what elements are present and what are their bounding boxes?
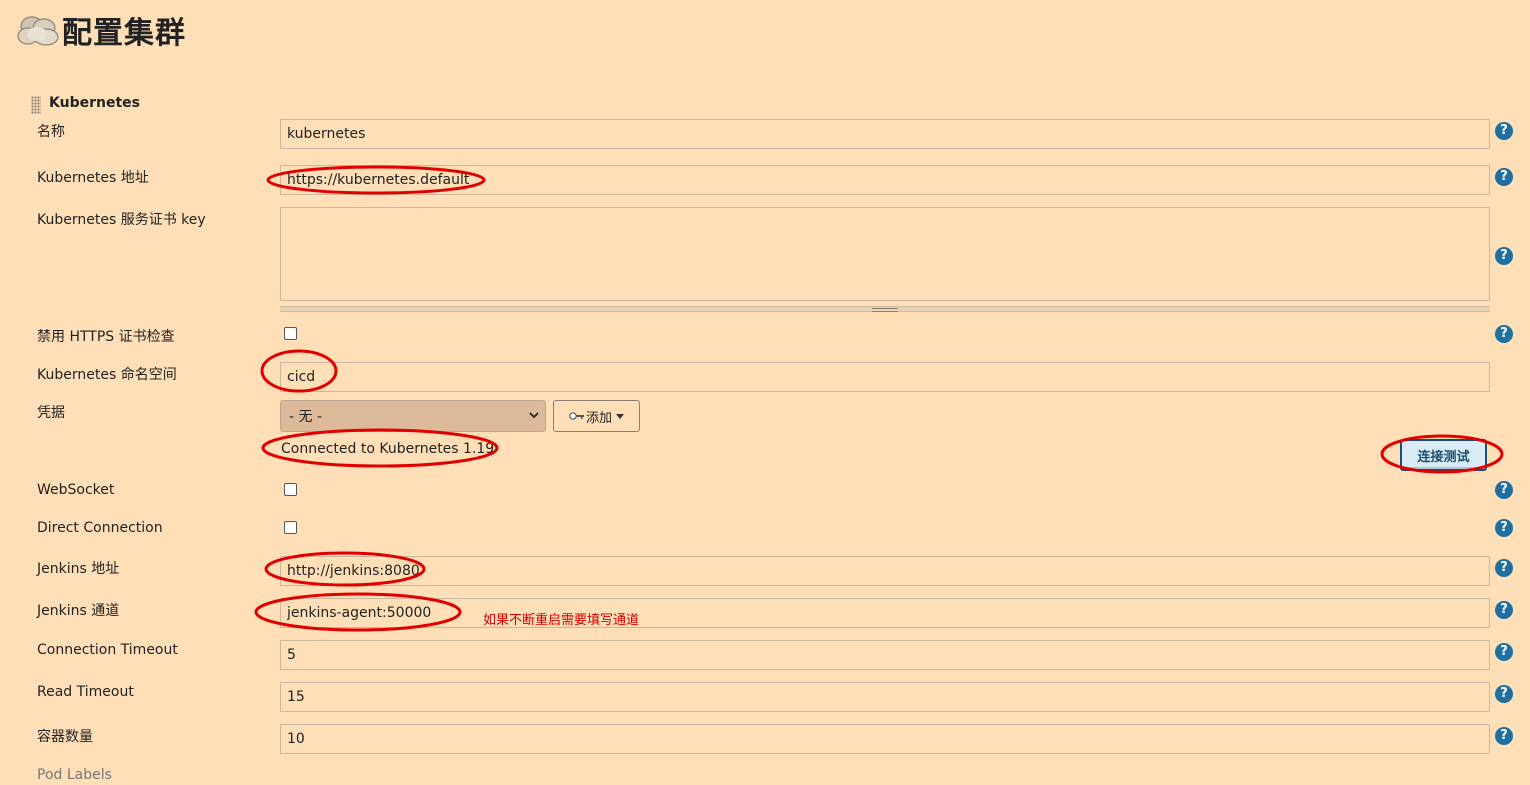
jenkins-tunnel-label: Jenkins 通道: [37, 603, 120, 619]
direct-connection-checkbox[interactable]: [284, 521, 297, 534]
help-icon[interactable]: ?: [1495, 247, 1513, 265]
textarea-resize-handle[interactable]: [280, 306, 1490, 312]
help-icon[interactable]: ?: [1495, 643, 1513, 661]
read-timeout-input[interactable]: [280, 682, 1490, 712]
caret-down-icon: [616, 413, 624, 419]
help-icon[interactable]: ?: [1495, 481, 1513, 499]
websocket-label: WebSocket: [37, 482, 115, 498]
help-icon[interactable]: ?: [1495, 122, 1513, 140]
add-credentials-button[interactable]: 添加: [553, 400, 640, 432]
key-icon: [569, 412, 584, 420]
connection-timeout-input[interactable]: [280, 640, 1490, 670]
skip-tls-label: 禁用 HTTPS 证书检查: [37, 329, 175, 345]
help-icon[interactable]: ?: [1495, 685, 1513, 703]
jenkins-url-input[interactable]: [280, 556, 1490, 586]
help-icon[interactable]: ?: [1495, 601, 1513, 619]
page-title: 配置集群: [62, 16, 186, 51]
help-icon[interactable]: ?: [1495, 559, 1513, 577]
connection-status: Connected to Kubernetes 1.19: [281, 441, 495, 457]
container-cap-label: 容器数量: [37, 729, 93, 745]
help-icon[interactable]: ?: [1495, 325, 1513, 343]
jenkins-tunnel-input[interactable]: [280, 598, 1490, 628]
annotation-note: 如果不断重启需要填写通道: [483, 613, 640, 628]
kubernetes-url-label: Kubernetes 地址: [37, 170, 149, 186]
help-icon[interactable]: ?: [1495, 519, 1513, 537]
credentials-selected: - 无 -: [289, 409, 323, 425]
skip-tls-checkbox[interactable]: [284, 327, 297, 340]
pod-labels-label: Pod Labels: [37, 767, 112, 783]
namespace-input[interactable]: [280, 362, 1490, 392]
read-timeout-label: Read Timeout: [37, 684, 134, 700]
server-cert-textarea[interactable]: [280, 207, 1490, 301]
help-icon[interactable]: ?: [1495, 168, 1513, 186]
name-label: 名称: [37, 124, 65, 140]
page-title-area: 配置集群: [16, 8, 186, 52]
test-connection-button[interactable]: 连接测试: [1400, 439, 1487, 471]
credentials-select[interactable]: - 无 -: [280, 400, 546, 432]
drag-handle-icon[interactable]: [31, 96, 41, 114]
container-cap-input[interactable]: [280, 724, 1490, 754]
direct-connection-label: Direct Connection: [37, 520, 163, 536]
credentials-label: 凭据: [37, 405, 65, 421]
kubernetes-url-input[interactable]: [280, 165, 1490, 195]
name-input[interactable]: [280, 119, 1490, 149]
jenkins-url-label: Jenkins 地址: [37, 561, 120, 577]
help-icon[interactable]: ?: [1495, 727, 1513, 745]
clouds-icon: [17, 16, 59, 46]
section-title: Kubernetes: [49, 95, 140, 111]
add-credentials-label: 添加: [585, 410, 612, 426]
connection-timeout-label: Connection Timeout: [37, 642, 178, 658]
server-cert-label: Kubernetes 服务证书 key: [37, 212, 206, 228]
namespace-label: Kubernetes 命名空间: [37, 367, 177, 383]
websocket-checkbox[interactable]: [284, 483, 297, 496]
chevron-down-icon: [529, 412, 539, 419]
